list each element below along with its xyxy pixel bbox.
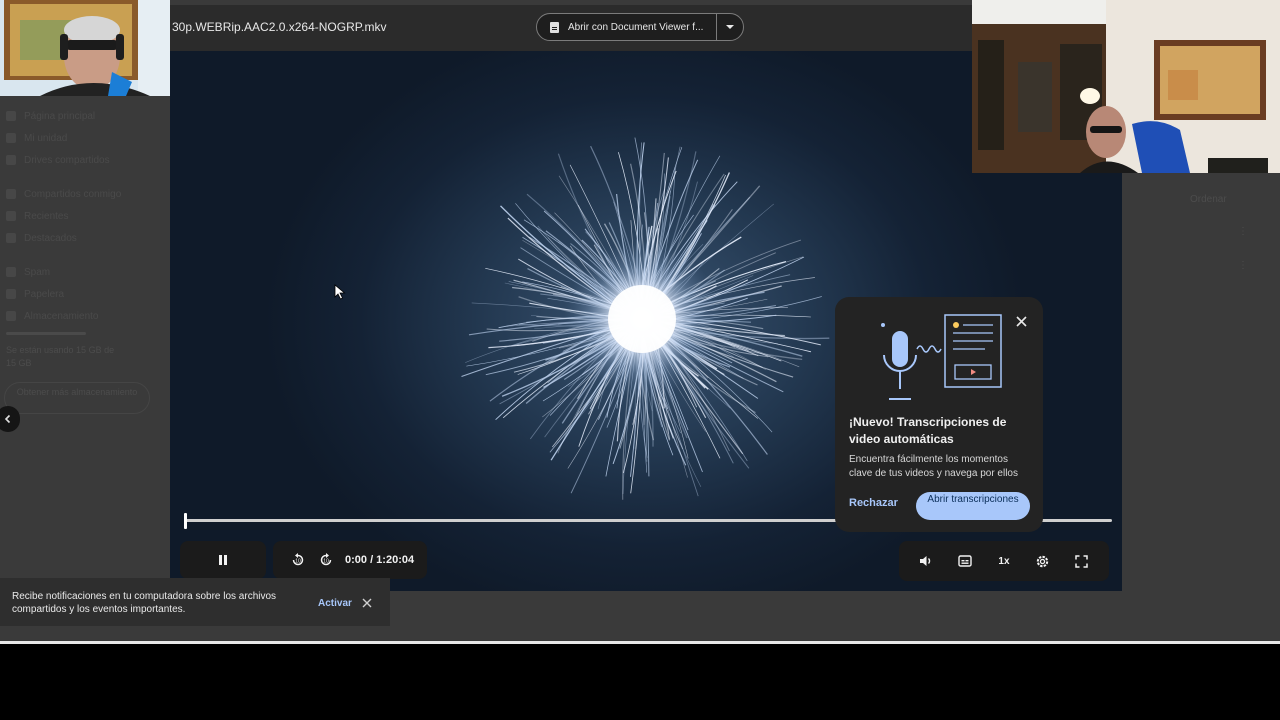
transcript-illustration-icon xyxy=(881,314,1002,400)
sidebar-item-label: Papelera xyxy=(24,288,65,300)
webcam-right xyxy=(972,0,1280,173)
player-options: 1x xyxy=(899,541,1109,581)
open-transcripts-button[interactable]: Abrir transcripciones xyxy=(916,492,1030,520)
svg-text:10: 10 xyxy=(323,559,329,565)
close-icon[interactable] xyxy=(1011,311,1031,331)
open-with-label: Abrir con Document Viewer f... xyxy=(568,21,704,33)
more-options-icon[interactable]: ⋮ xyxy=(1238,260,1248,271)
shared-drive-icon xyxy=(6,155,16,165)
sidebar-item-label: Spam xyxy=(24,266,51,278)
sidebar-item-label: Drives compartidos xyxy=(24,154,110,166)
fullscreen-icon[interactable] xyxy=(1069,548,1095,574)
screen: Página principal Mi unidad Drives compar… xyxy=(0,0,1280,720)
mouse-cursor-icon xyxy=(334,284,346,300)
spam-icon xyxy=(6,267,16,277)
reject-button[interactable]: Rechazar xyxy=(849,497,898,509)
close-icon[interactable] xyxy=(360,596,374,610)
seek-controls: 10 10 0:00 / 1:20:04 xyxy=(273,541,427,579)
screen-divider xyxy=(0,641,1280,644)
webcam-person-image xyxy=(0,0,170,96)
drive-icon xyxy=(6,133,16,143)
forward-10-icon[interactable]: 10 xyxy=(313,547,339,573)
star-icon xyxy=(6,233,16,243)
playback-speed-button[interactable]: 1x xyxy=(991,548,1017,574)
sidebar-item-label: Almacenamiento xyxy=(24,310,99,322)
sidebar-collapse-button[interactable] xyxy=(0,406,20,432)
document-icon xyxy=(550,21,559,33)
get-storage-button[interactable]: Obtener más almacenamiento xyxy=(4,382,150,414)
settings-icon[interactable] xyxy=(1030,548,1056,574)
storage-bar xyxy=(6,332,86,335)
sidebar-item-trash[interactable]: Papelera xyxy=(6,286,64,302)
file-title: 30p.WEBRip.AAC2.0.x264-NOGRP.mkv xyxy=(172,20,387,34)
sidebar-item-label: Mi unidad xyxy=(24,132,68,144)
sidebar-item-label: Recientes xyxy=(24,210,69,222)
sidebar-item-spam[interactable]: Spam xyxy=(6,264,50,280)
sidebar-item-my-drive[interactable]: Mi unidad xyxy=(6,130,67,146)
sidebar-item-starred[interactable]: Destacados xyxy=(6,230,77,246)
file-list-panel: Ordenar ⋮ ⋮ xyxy=(1130,180,1280,300)
viewer-topbar: 30p.WEBRip.AAC2.0.x264-NOGRP.mkv Abrir c… xyxy=(170,5,972,51)
svg-text:10: 10 xyxy=(295,559,301,565)
sidebar: Página principal Mi unidad Drives compar… xyxy=(0,96,170,436)
sidebar-item-label: Destacados xyxy=(24,232,77,244)
notification-toast: Recibe notificaciones en tu computadora … xyxy=(0,578,390,626)
sidebar-item-label: Compartidos conmigo xyxy=(24,188,122,200)
rewind-10-icon[interactable]: 10 xyxy=(285,547,311,573)
progress-handle[interactable] xyxy=(184,513,187,529)
play-controls xyxy=(180,541,266,579)
popup-title: ¡Nuevo! Transcripciones de video automát… xyxy=(849,415,1007,446)
sort-button[interactable]: Ordenar xyxy=(1190,194,1227,205)
volume-icon[interactable] xyxy=(913,548,939,574)
clock-icon xyxy=(6,211,16,221)
sidebar-item-shared-with-me[interactable]: Compartidos conmigo xyxy=(6,186,121,202)
enable-notifications-button[interactable]: Activar xyxy=(318,598,352,609)
webcam-room-image xyxy=(972,0,1280,173)
sidebar-item-home[interactable]: Página principal xyxy=(6,108,95,124)
sidebar-item-shared-drives[interactable]: Drives compartidos xyxy=(6,152,110,168)
home-icon xyxy=(6,111,16,121)
sidebar-item-label: Página principal xyxy=(24,110,96,122)
time-display: 0:00 / 1:20:04 xyxy=(345,554,415,566)
webcam-left xyxy=(0,0,170,96)
popup-body: Encuentra fácilmente los momentos clave … xyxy=(849,454,1018,479)
trash-icon xyxy=(6,289,16,299)
sidebar-item-recent[interactable]: Recientes xyxy=(6,208,68,224)
chevron-down-icon[interactable] xyxy=(717,25,743,29)
people-icon xyxy=(6,189,16,199)
captions-icon[interactable] xyxy=(952,548,978,574)
pause-icon[interactable] xyxy=(210,547,236,573)
sidebar-item-storage[interactable]: Almacenamiento xyxy=(6,308,98,324)
chevron-left-icon xyxy=(4,414,11,424)
toast-message: Recibe notificaciones en tu computadora … xyxy=(12,591,277,615)
transcripts-promo-popup: ¡Nuevo! Transcripciones de video automát… xyxy=(835,297,1043,532)
open-with-button[interactable]: Abrir con Document Viewer f... xyxy=(536,13,744,41)
cloud-icon xyxy=(6,311,16,321)
storage-text: Se están usando 15 GB de 15 GB xyxy=(6,345,115,368)
more-options-icon[interactable]: ⋮ xyxy=(1238,226,1248,237)
